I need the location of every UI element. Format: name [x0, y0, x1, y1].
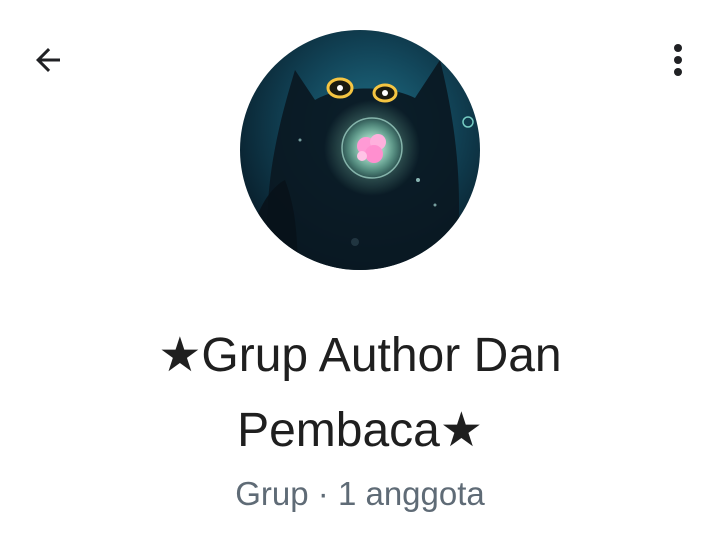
more-options-button[interactable]: [658, 38, 698, 86]
group-type: Grup: [235, 475, 309, 512]
separator-dot: ·: [317, 475, 329, 512]
group-avatar[interactable]: [240, 30, 480, 270]
group-avatar-image: [240, 30, 480, 270]
group-name[interactable]: ★Grup Author Dan Pembaca★: [60, 318, 660, 468]
arrow-left-icon: [30, 42, 66, 83]
back-button[interactable]: [22, 38, 74, 86]
member-count[interactable]: 1 anggota: [338, 475, 485, 512]
group-subtitle: Grup · 1 anggota: [60, 474, 660, 514]
more-vert-icon: [673, 43, 683, 82]
